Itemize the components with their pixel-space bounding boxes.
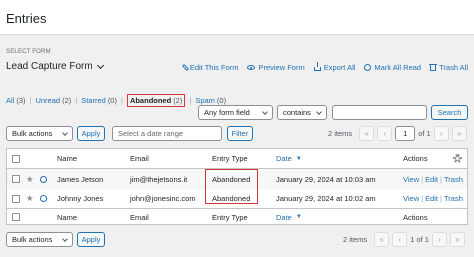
items-count: 2 items	[328, 129, 353, 138]
next-page-button[interactable]: ›	[433, 126, 449, 141]
eye-icon	[247, 65, 256, 70]
last-page-button[interactable]: »	[451, 126, 467, 141]
apply-button-bottom[interactable]: Apply	[77, 232, 105, 247]
select-form-label: SELECT FORM	[6, 49, 51, 55]
row-checkbox[interactable]	[12, 194, 20, 203]
prev-page-button[interactable]: ‹	[377, 126, 393, 141]
column-name: Name	[57, 154, 78, 163]
page-of-total: 1 of 1	[410, 235, 429, 244]
last-page-button[interactable]: »	[449, 232, 465, 247]
column-actions: Actions	[403, 154, 428, 163]
trash-link[interactable]: Trash	[444, 175, 463, 184]
view-link[interactable]: View	[403, 194, 419, 203]
current-page-input[interactable]: 1	[395, 126, 416, 141]
select-all-checkbox[interactable]	[12, 154, 20, 163]
edit-link[interactable]: Edit	[425, 175, 438, 184]
table-header: Name Email Entry Type Date ▼ Actions	[7, 149, 467, 169]
column-email: Email	[130, 154, 149, 163]
edit-form-link[interactable]: Edit This Form	[181, 63, 238, 72]
filter-abandoned[interactable]: Abandoned (2)	[126, 94, 186, 107]
next-page-button[interactable]: ›	[431, 232, 447, 247]
search-button[interactable]: Search	[431, 105, 468, 120]
status-filters: All (3) | Unread (2) | Starred (0) | Aba…	[6, 94, 227, 107]
edit-icon	[181, 63, 189, 72]
footer-column-date[interactable]: Date ▼	[276, 209, 302, 225]
top-header: Entries	[0, 0, 474, 35]
export-all-link[interactable]: Export All	[313, 62, 355, 72]
row-checkbox[interactable]	[12, 175, 20, 183]
filter-unread[interactable]: Unread	[35, 96, 60, 105]
field-select[interactable]: Any form field	[198, 105, 273, 120]
edit-link[interactable]: Edit	[425, 194, 438, 203]
filter-button[interactable]: Filter	[227, 126, 253, 141]
sort-down-icon: ▼	[295, 214, 302, 220]
gear-icon[interactable]	[453, 154, 462, 163]
items-count: 2 items	[343, 235, 368, 244]
total-pages: of 1	[418, 129, 431, 138]
mark-all-read-link[interactable]: Mark All Read	[364, 63, 421, 72]
chevron-down-icon	[62, 235, 68, 242]
trash-icon	[429, 64, 438, 71]
entry-type: Abandoned	[212, 174, 251, 184]
table-row: ★ Johnny Jones john@jonesinc.com Abandon…	[7, 189, 467, 209]
table-row: ★ James Jetson jim@thejetsons.it Abandon…	[7, 169, 467, 189]
pagination-top: 2 items « ‹ 1 of 1 › »	[328, 126, 467, 141]
entries-table: Name Email Entry Type Date ▼ Actions ★ J…	[6, 148, 468, 225]
column-date[interactable]: Date ▼	[276, 149, 302, 168]
prev-page-button[interactable]: ‹	[392, 232, 408, 247]
search-input[interactable]	[332, 105, 427, 120]
column-entry-type: Entry Type	[212, 154, 248, 163]
trash-link[interactable]: Trash	[444, 194, 463, 203]
entry-date: January 29, 2024 at 10:02 am	[276, 194, 376, 203]
chevron-down-icon	[262, 108, 268, 115]
form-select-value: Lead Capture Form	[6, 61, 93, 72]
bulk-actions-select[interactable]: Bulk actions	[6, 126, 73, 141]
export-icon	[313, 62, 321, 71]
trash-all-link[interactable]: Trash All	[429, 63, 468, 72]
preview-form-link[interactable]: Preview Form	[247, 63, 305, 72]
apply-button[interactable]: Apply	[77, 126, 105, 141]
date-range-input[interactable]: Select a date range	[112, 126, 222, 141]
page-title: Entries	[6, 11, 47, 26]
select-all-checkbox[interactable]	[12, 213, 20, 221]
filter-starred[interactable]: Starred	[81, 96, 106, 105]
filter-spam[interactable]: Spam	[195, 96, 215, 105]
entry-type: Abandoned	[212, 194, 251, 203]
first-page-button[interactable]: «	[374, 232, 390, 247]
pagination-bottom: 2 items « ‹ 1 of 1 › »	[343, 232, 465, 247]
view-link[interactable]: View	[403, 175, 419, 184]
check-circle-icon	[364, 64, 372, 71]
first-page-button[interactable]: «	[359, 126, 375, 141]
chevron-down-icon	[62, 129, 68, 136]
entry-name: Johnny Jones	[57, 194, 104, 203]
star-icon[interactable]: ★	[26, 193, 34, 204]
bulk-actions-select-bottom[interactable]: Bulk actions	[6, 232, 73, 247]
chevron-down-icon	[96, 61, 104, 69]
form-select-dropdown[interactable]: Lead Capture Form	[6, 61, 104, 72]
form-actions: Edit This Form Preview Form Export All M…	[181, 62, 468, 72]
chevron-down-icon	[316, 108, 322, 115]
entry-date: January 29, 2024 at 10:03 am	[276, 174, 376, 184]
unread-circle-icon[interactable]	[40, 195, 47, 202]
entry-name: James Jetson	[57, 174, 104, 184]
filter-all[interactable]: All	[6, 96, 14, 105]
operator-select[interactable]: contains	[277, 105, 327, 120]
sort-down-icon: ▼	[295, 155, 302, 162]
star-icon[interactable]: ★	[26, 174, 34, 185]
unread-circle-icon[interactable]	[40, 175, 47, 183]
entry-email: john@jonesinc.com	[130, 194, 196, 203]
table-footer: Name Email Entry Type Date ▼ Actions	[7, 209, 467, 225]
entry-email: jim@thejetsons.it	[130, 174, 188, 184]
